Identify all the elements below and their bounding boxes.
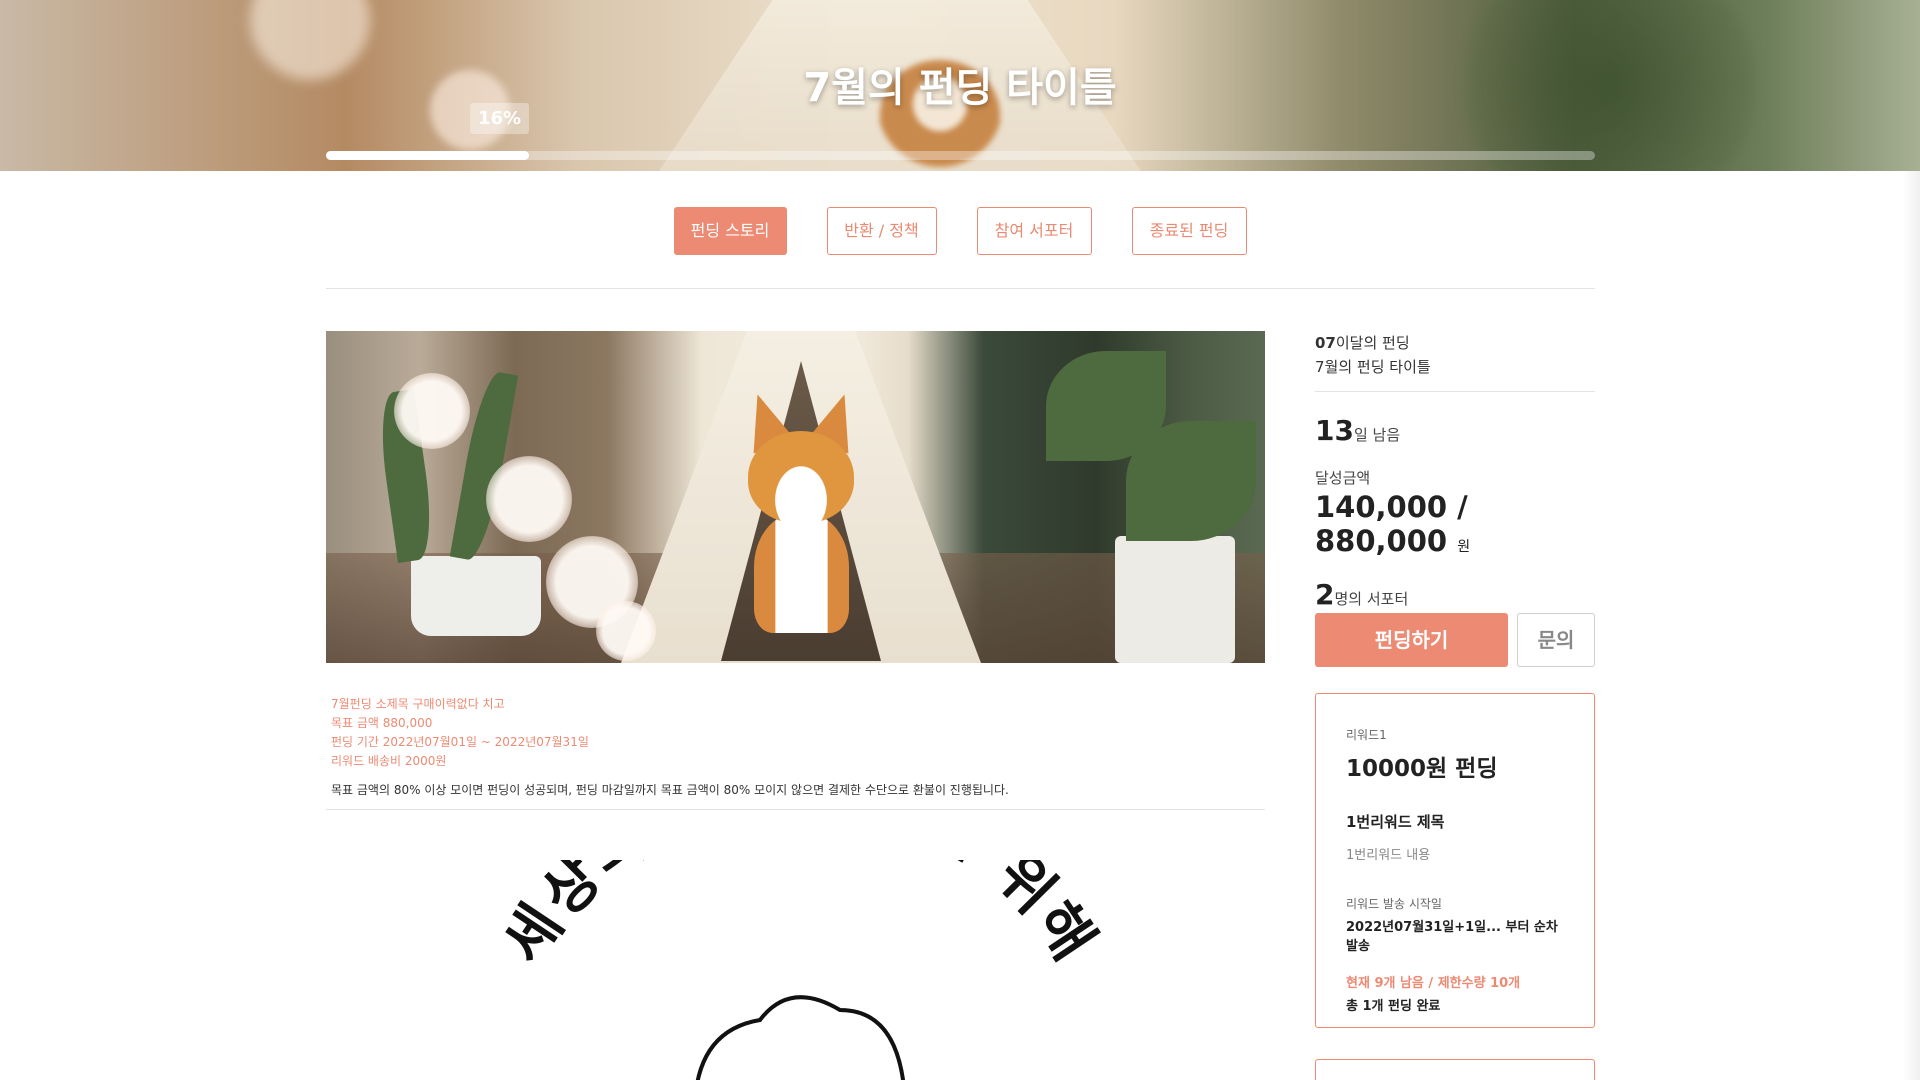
page-edge-shadow (1902, 171, 1920, 1080)
svg-text:세상의 모든 뚜뚜를 위해: 세상의 모든 뚜뚜를 위해 (490, 860, 1111, 975)
tab-supporters[interactable]: 참여 서포터 (976, 207, 1092, 255)
tab-divider (326, 288, 1595, 289)
desc-line: 펀딩 기간 2022년07월01일 ~ 2022년07월31일 (331, 735, 589, 749)
image-corgi (726, 387, 876, 633)
reward-title: 1번리워드 제목 (1346, 813, 1445, 831)
month-number: 07 (1315, 334, 1336, 352)
reward-label: 리워드1 (1346, 728, 1387, 742)
summary-divider (1315, 391, 1595, 392)
currency-unit: 원 (1457, 539, 1471, 555)
hero-title: 7월의 펀딩 타이틀 (803, 65, 1117, 111)
tab-ended-funding[interactable]: 종료된 펀딩 (1131, 207, 1247, 255)
raised-amount: 140,000 / 880,000 원 (1315, 490, 1595, 558)
month-heading: 07이달의 펀딩 (1315, 331, 1595, 355)
funding-summary: 07이달의 펀딩 7월의 펀딩 타이틀 13일 남음 달성금액 140,000 … (1315, 331, 1595, 611)
month-suffix: 이달의 펀딩 (1335, 334, 1410, 352)
image-bokeh (394, 373, 470, 449)
curved-title-text: 세상의 모든 뚜뚜를 위해 (490, 860, 1107, 975)
supporters-suffix: 명의 서포터 (1334, 590, 1409, 608)
tab-funding-story[interactable]: 펀딩 스토리 (673, 207, 787, 255)
reward-price: 10000원 펀딩 (1346, 756, 1498, 782)
image-plant-leaf (1126, 421, 1256, 541)
action-buttons: 펀딩하기 문의 (1315, 613, 1595, 667)
desc-line: 목표 금액 880,000 (331, 716, 433, 730)
funding-main-image (326, 331, 1265, 663)
desc-line: 리워드 배송비 2000원 (331, 754, 447, 768)
reward-content: 1번리워드 내용 (1346, 848, 1431, 863)
refund-notice: 목표 금액의 80% 이상 모이면 펀딩이 성공되며, 펀딩 마감일까지 목표 … (331, 783, 1009, 797)
supporters-count: 2명의 서포터 (1315, 578, 1595, 611)
tab-refund-policy[interactable]: 반환 / 정책 (826, 207, 937, 255)
inquiry-button[interactable]: 문의 (1517, 613, 1595, 667)
progress-percent-badge: 16% (470, 103, 530, 134)
reward-card[interactable]: 리워드1 10000원 펀딩 1번리워드 제목 1번리워드 내용 리워드 발송 … (1315, 693, 1595, 1028)
days-left-suffix: 일 남음 (1353, 426, 1401, 444)
story-curved-title: 세상의 모든 뚜뚜를 위해 (490, 860, 1111, 1080)
days-left-number: 13 (1315, 414, 1354, 447)
hero-banner: 7월의 펀딩 타이틀 16% (0, 0, 1920, 171)
reward-ship-label: 리워드 발송 시작일 (1346, 897, 1442, 911)
image-bokeh (596, 601, 656, 661)
raised-label: 달성금액 (1315, 469, 1371, 487)
reward-card-next[interactable] (1315, 1059, 1595, 1080)
cloud-outline-icon (695, 995, 905, 1080)
funding-description: 7월펀딩 소제목 구매이력없다 치고 목표 금액 880,000 펀딩 기간 2… (331, 695, 1261, 799)
reward-remaining: 현재 9개 남음 / 제한수량 10개 (1346, 976, 1521, 991)
desc-line: 7월펀딩 소제목 구매이력없다 치고 (331, 697, 505, 711)
image-plant-pot (411, 556, 541, 636)
reward-ship-date: 2022년07월31일+1일... 부터 순차발송 (1346, 920, 1558, 954)
fund-button[interactable]: 펀딩하기 (1315, 613, 1508, 667)
tab-bar: 펀딩 스토리 반환 / 정책 참여 서포터 종료된 펀딩 (0, 207, 1920, 255)
image-plant-pot (1115, 536, 1235, 663)
image-bokeh (486, 456, 572, 542)
raised-amount-value: 140,000 / 880,000 (1315, 490, 1468, 558)
funding-progress-fill (326, 151, 529, 160)
reward-done-count: 총 1개 펀딩 완료 (1346, 999, 1441, 1014)
days-left: 13일 남음 (1315, 414, 1595, 447)
funding-progress-bar (326, 151, 1595, 160)
description-divider (326, 809, 1265, 810)
funding-title: 7월의 펀딩 타이틀 (1315, 358, 1431, 376)
supporters-number: 2 (1315, 578, 1335, 611)
